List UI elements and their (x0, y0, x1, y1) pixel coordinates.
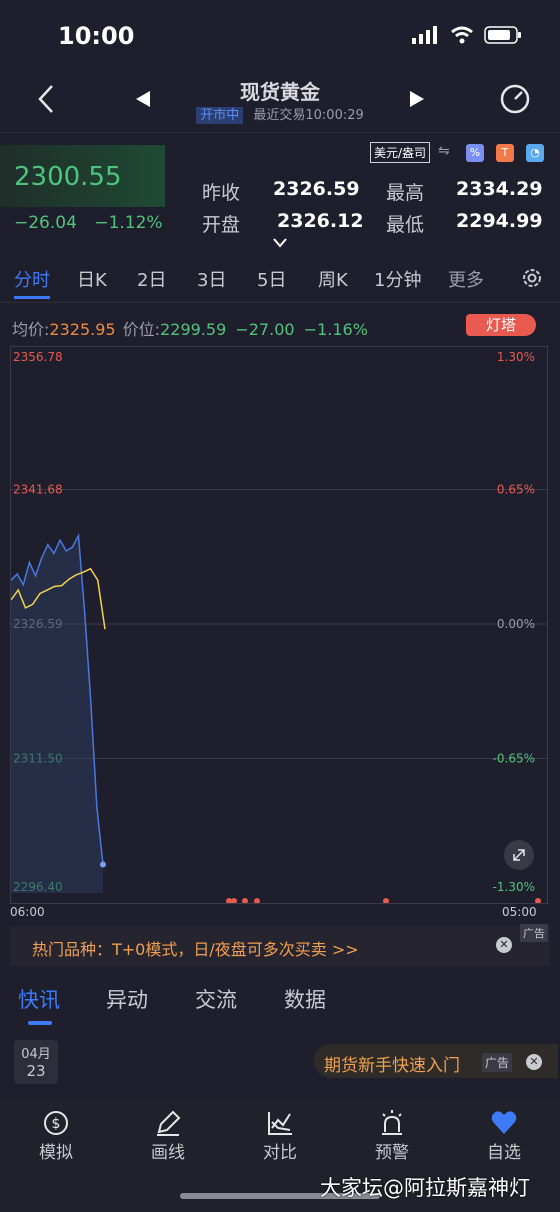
page-title: 现货黄金 (240, 80, 320, 104)
price-area (11, 535, 103, 893)
event-marker (231, 898, 237, 903)
signal-icon (412, 26, 437, 44)
price-change: −26.04 −1.12% (14, 213, 163, 233)
percent-icon[interactable]: % (466, 144, 484, 162)
prev-close-value: 2326.59 (273, 178, 360, 200)
event-marker (254, 898, 260, 903)
tab-5day[interactable]: 5日 (257, 266, 286, 292)
y-tick-label-left: 2341.68 (13, 483, 63, 497)
y-tick-label-right: 0.65% (497, 483, 535, 497)
y-tick-label-right: -1.30% (493, 880, 535, 894)
ad-close-icon[interactable]: ✕ (496, 937, 512, 953)
intraday-chart[interactable]: 2356.781.30%2341.680.65%2326.590.00%2311… (10, 346, 548, 904)
price-value: 2299.59 (160, 320, 227, 339)
tab-2day[interactable]: 2日 (137, 266, 166, 292)
tab-more[interactable]: 更多 (448, 266, 484, 292)
y-tick-label-right: 1.30% (497, 350, 535, 364)
pie-icon[interactable]: ◔ (526, 144, 544, 162)
avg-label: 均价: (12, 320, 50, 339)
tab-timeshare[interactable]: 分时 (14, 266, 50, 292)
diff-percent: −1.16% (303, 320, 368, 339)
nav-simulate[interactable]: $ 模拟 (11, 1108, 101, 1163)
last-price-dot (100, 861, 106, 868)
high-value: 2334.29 (456, 178, 543, 200)
nav-alarm-label: 预警 (375, 1143, 409, 1163)
date-month: 04月 (21, 1047, 51, 1062)
alarm-icon (347, 1108, 437, 1138)
date-badge: 04月 23 (14, 1040, 58, 1084)
pen-icon (123, 1108, 213, 1138)
news-tab-flash[interactable]: 快讯 (18, 984, 60, 1014)
battery-icon (484, 26, 521, 44)
change-percent: −1.12% (94, 213, 163, 233)
lighthouse-button[interactable]: 灯塔 (466, 314, 536, 336)
y-tick-label-right: -0.65% (493, 752, 535, 766)
ad-text[interactable]: 热门品种：T+0模式，日/夜盘可多次买卖 >> (32, 936, 359, 960)
price-label: 价位: (122, 320, 161, 339)
tool-icon[interactable]: T (496, 144, 514, 162)
chart-svg: 2356.781.30%2341.680.65%2326.590.00%2311… (11, 350, 547, 903)
nav-watchlist[interactable]: 自选 (459, 1108, 549, 1163)
open-value: 2326.12 (277, 210, 364, 232)
tab-3day[interactable]: 3日 (197, 266, 226, 292)
prev-close-label: 昨收 (202, 182, 241, 204)
nav-compare[interactable]: 对比 (235, 1108, 325, 1163)
nav-alarm[interactable]: 预警 (347, 1108, 437, 1163)
date-day: 23 (26, 1062, 46, 1080)
tab-week-k[interactable]: 周K (318, 266, 348, 292)
tab-day-k[interactable]: 日K (77, 266, 107, 292)
ad-tag: 广告 (520, 924, 548, 942)
nav-simulate-label: 模拟 (39, 1143, 73, 1163)
y-tick-label-left: 2356.78 (13, 350, 63, 364)
status-time: 10:00 (58, 22, 135, 50)
x-start-label: 06:00 (10, 905, 45, 919)
nav-draw[interactable]: 画线 (123, 1108, 213, 1163)
news-tab-movement[interactable]: 异动 (106, 984, 148, 1014)
open-label: 开盘 (202, 214, 241, 236)
wifi-icon (451, 26, 473, 44)
y-tick-label-right: 0.00% (497, 617, 535, 631)
expand-icon (513, 849, 525, 861)
promo-tag: 广告 (482, 1053, 513, 1072)
svg-text:$: $ (52, 1116, 61, 1132)
nav-draw-label: 画线 (151, 1143, 185, 1163)
status-icons (412, 26, 522, 44)
dollar-icon: $ (11, 1108, 101, 1138)
active-tab-underline (14, 296, 50, 299)
watermark-text: 大家坛@阿拉斯嘉神灯 (320, 1176, 530, 1200)
price-info-line: 均价:2325.95 价位:2299.59 −27.00 −1.16% (12, 316, 368, 340)
change-value: −26.04 (14, 213, 77, 233)
promo-close-icon[interactable]: ✕ (526, 1054, 542, 1070)
high-label: 最高 (386, 182, 425, 204)
event-marker (242, 898, 248, 903)
nav-watchlist-label: 自选 (487, 1143, 521, 1163)
swap-unit-icon[interactable]: ⇋ (438, 143, 450, 159)
settings-gear-icon[interactable] (521, 267, 543, 293)
news-tab-underline (28, 1021, 52, 1025)
avg-value: 2325.95 (49, 320, 116, 339)
x-end-label: 05:00 (502, 905, 537, 919)
news-tab-discuss[interactable]: 交流 (195, 984, 237, 1014)
tab-1min[interactable]: 1分钟 (374, 266, 421, 292)
heart-icon (459, 1108, 549, 1138)
tab-divider (0, 302, 560, 303)
news-tab-data[interactable]: 数据 (284, 984, 326, 1014)
lighthouse-label: 灯塔 (485, 316, 516, 334)
market-status-row: 开市中 最近交易10:00:29 (0, 104, 560, 124)
compare-icon (235, 1108, 325, 1138)
diff-value: −27.00 (235, 320, 295, 339)
last-trade-time: 最近交易10:00:29 (253, 108, 364, 123)
event-marker (535, 898, 541, 903)
low-value: 2294.99 (456, 210, 543, 232)
nav-compare-label: 对比 (263, 1143, 297, 1163)
low-label: 最低 (386, 214, 425, 236)
expand-chevron-icon[interactable] (272, 234, 288, 253)
current-price: 2300.55 (14, 162, 122, 192)
promo-text[interactable]: 期货新手快速入门 (324, 1051, 460, 1076)
fullscreen-button[interactable] (504, 840, 534, 870)
market-status-badge: 开市中 (196, 107, 244, 124)
event-marker (383, 898, 389, 903)
currency-unit[interactable]: 美元/盎司 (370, 142, 431, 163)
